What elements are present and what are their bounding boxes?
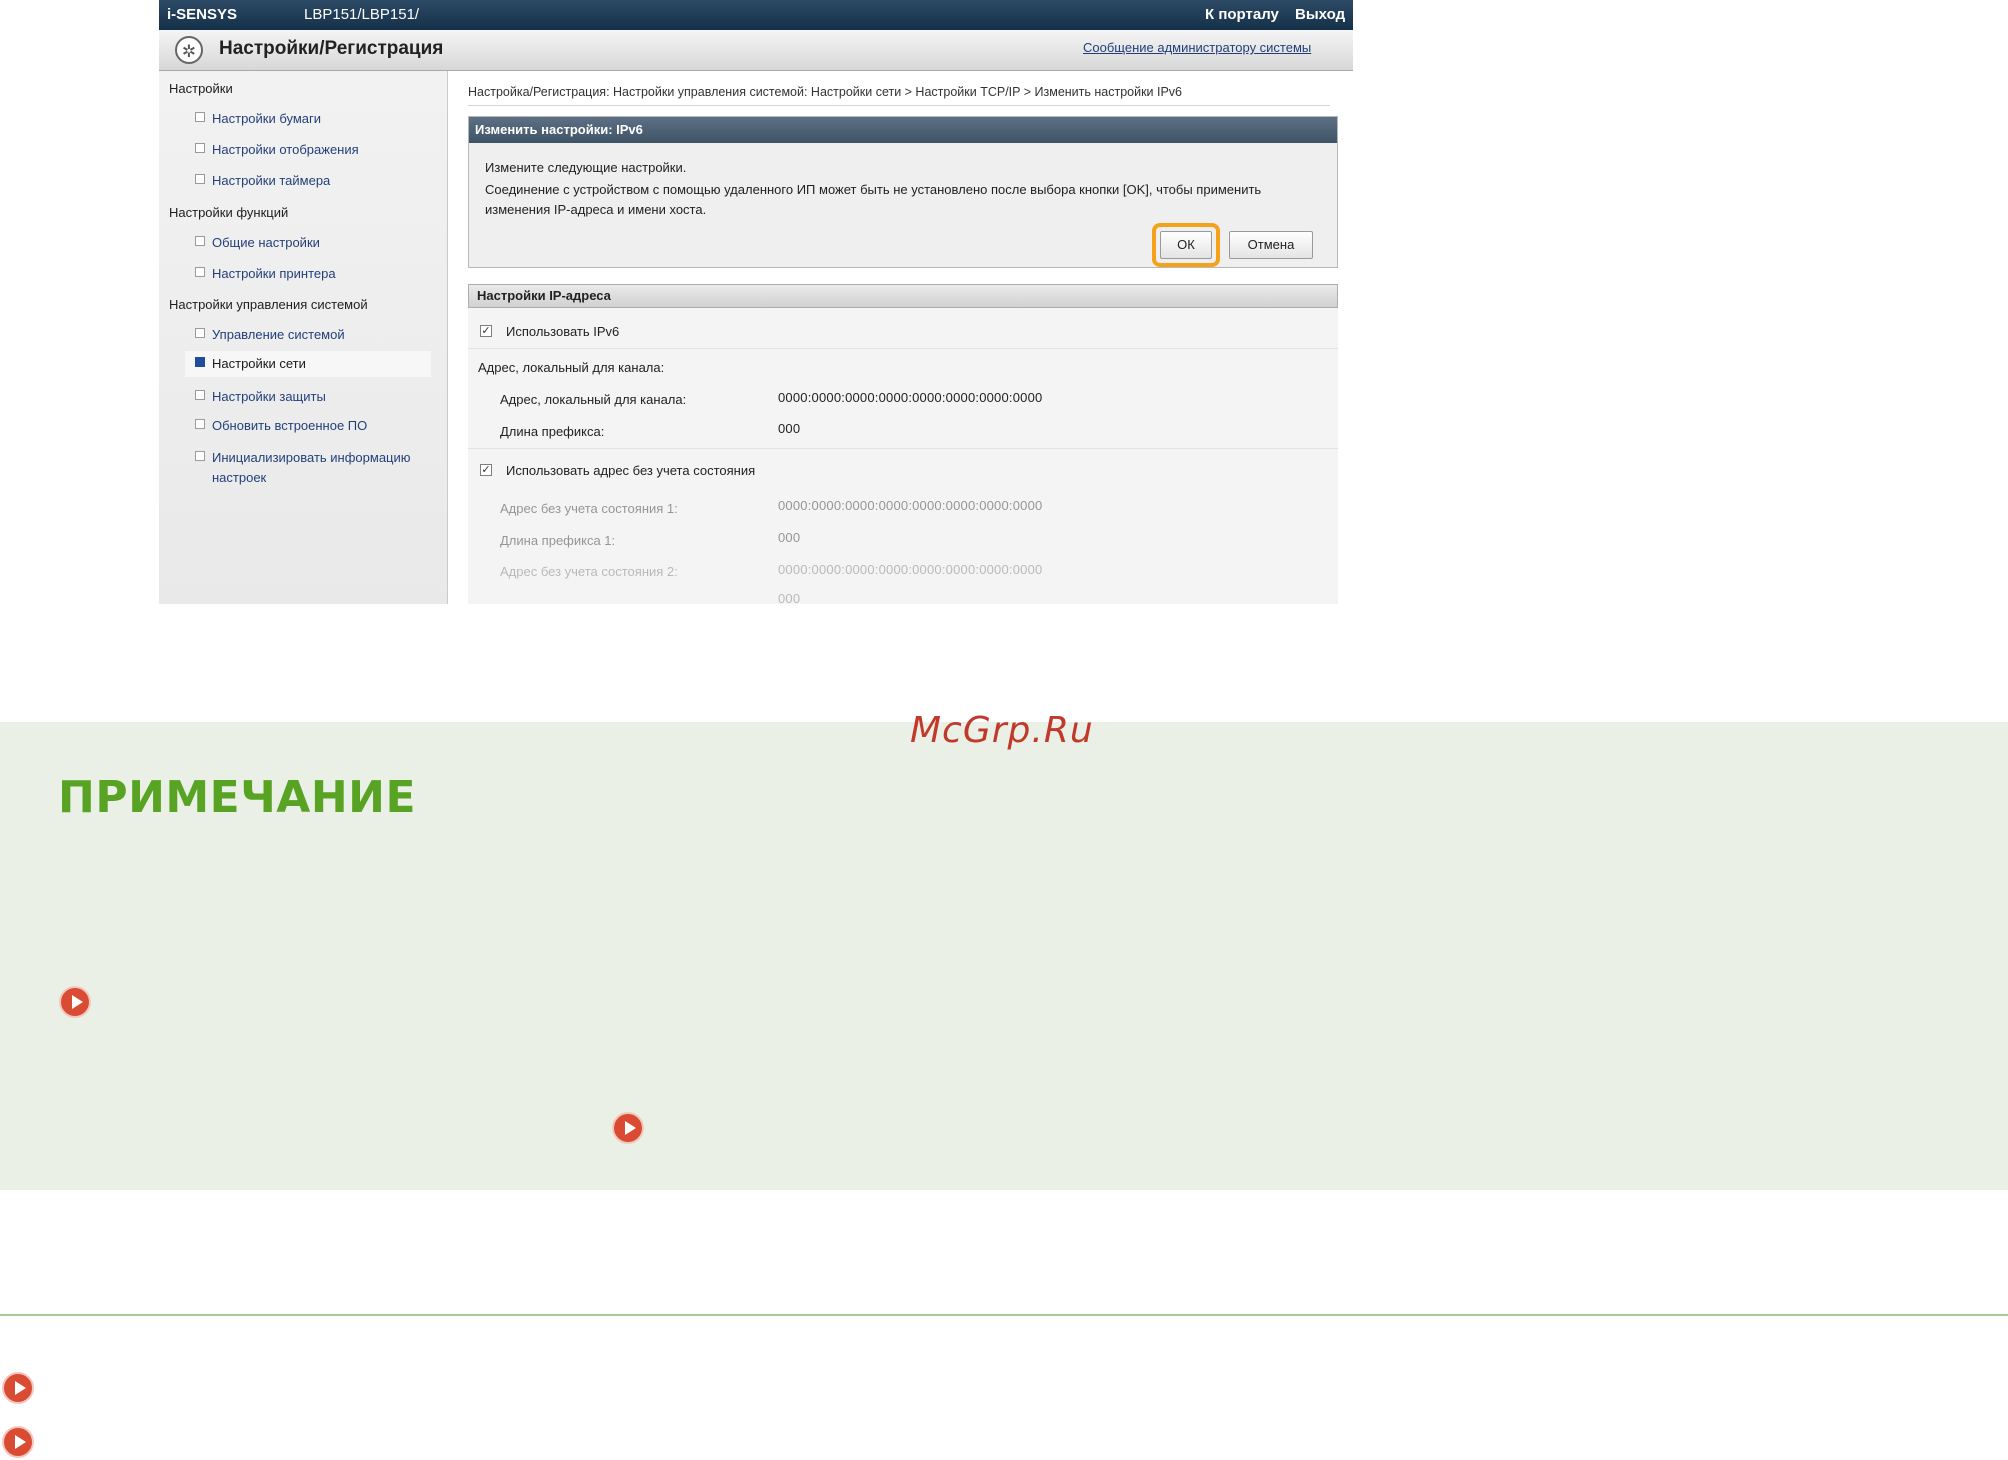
use-ipv6-label: Использовать IPv6 <box>506 324 620 339</box>
brand-label: i-SENSYS <box>167 6 238 23</box>
left-navigation: Настройки Настройки бумаги Настройки ото… <box>159 71 448 604</box>
breadcrumb-divider <box>468 105 1330 106</box>
link-local-heading: Адрес, локальный для канала: <box>478 360 665 375</box>
use-stateless-label: Использовать адрес без учета состояния <box>506 463 756 478</box>
link-local-value: 0000:0000:0000:0000:0000:0000:0000:0000 <box>778 390 1043 405</box>
dialog-header: Изменить настройки: IPv6 <box>469 117 1337 143</box>
page-titlebar: ✲ Настройки/Регистрация Сообщение админи… <box>159 30 1353 71</box>
breadcrumb: Настройка/Регистрация: Настройки управле… <box>468 85 1183 99</box>
prefix-length-label: Длина префикса: <box>500 424 605 439</box>
note-title: ПРИМЕЧАНИЕ <box>58 772 417 823</box>
nav-group-system: Настройки управления системой <box>169 297 368 312</box>
nav-item-label: Настройки таймера <box>212 173 331 188</box>
nav-item-initialize[interactable]: Инициализировать информацию настроек <box>195 448 425 488</box>
main-content: Настройка/Регистрация: Настройки управле… <box>448 71 1353 604</box>
ip-settings-header: Настройки IP-адреса <box>468 284 1338 308</box>
ip-settings-section: Настройки IP-адреса ✓ Использовать IPv6 … <box>468 284 1338 604</box>
nav-item-label: Инициализировать информацию <box>212 450 411 465</box>
nav-item-label: Настройки сети <box>212 356 306 371</box>
prefix-length-1-value: 000 <box>778 530 801 545</box>
cancel-button[interactable]: Отмена <box>1229 231 1313 259</box>
nav-item-label: Управление системой <box>212 327 345 342</box>
prefix-length-1-label: Длина префикса 1: <box>500 533 616 548</box>
row-divider <box>468 348 1338 349</box>
nav-item-label: Обновить встроенное ПО <box>212 418 368 433</box>
prefix-length-value: 000 <box>778 421 801 436</box>
link-arrow-icon[interactable] <box>2 1426 34 1458</box>
stateless-address-2-label: Адрес без учета состояния 2: <box>500 564 678 579</box>
logout-link[interactable]: Выход <box>1295 6 1345 23</box>
nav-item-system-management[interactable]: Управление системой <box>195 327 345 342</box>
nav-bullet-icon <box>195 143 205 153</box>
nav-group-functions: Настройки функций <box>169 205 289 220</box>
use-stateless-checkbox[interactable]: ✓ <box>480 464 492 476</box>
nav-bullet-icon <box>195 390 205 400</box>
dialog-warning: Соединение с устройством с помощью удале… <box>485 182 1262 217</box>
stateless-address-1-label: Адрес без учета состояния 1: <box>500 501 678 516</box>
portal-link[interactable]: К порталу <box>1205 6 1279 23</box>
nav-bullet-icon <box>195 112 205 122</box>
settings-gear-icon: ✲ <box>175 36 203 64</box>
watermark: McGrp.Ru <box>910 710 1094 751</box>
link-arrow-icon[interactable] <box>612 1112 644 1144</box>
nav-bullet-icon <box>195 267 205 277</box>
row-divider <box>468 448 1338 449</box>
nav-bullet-icon <box>195 328 205 338</box>
nav-bullet-icon <box>195 174 205 184</box>
model-label: LBP151/LBP151/ <box>304 6 420 23</box>
nav-bullet-icon <box>195 236 205 246</box>
nav-item-label: Общие настройки <box>212 235 320 250</box>
remote-ui-screenshot: i-SENSYS LBP151/LBP151/ К порталу Выход … <box>159 0 1353 604</box>
nav-bullet-icon <box>195 451 205 461</box>
remote-ui-topbar: i-SENSYS LBP151/LBP151/ К порталу Выход <box>159 0 1353 30</box>
nav-item-paper[interactable]: Настройки бумаги <box>195 111 321 126</box>
admin-message-link[interactable]: Сообщение администратору системы <box>1083 40 1311 55</box>
dialog-instruction: Измените следующие настройки. <box>485 160 687 175</box>
nav-item-label-line2: настроек <box>212 470 267 485</box>
nav-item-label: Настройки защиты <box>212 389 326 404</box>
section-divider <box>0 1314 2008 1316</box>
note-panel: ПРИМЕЧАНИЕ <box>0 722 2008 1190</box>
nav-item-label: Настройки бумаги <box>212 111 322 126</box>
nav-item-label: Настройки отображения <box>212 142 359 157</box>
stateless-address-1-value: 0000:0000:0000:0000:0000:0000:0000:0000 <box>778 498 1043 513</box>
link-arrow-icon[interactable] <box>59 986 91 1018</box>
nav-item-common[interactable]: Общие настройки <box>195 235 320 250</box>
nav-item-timer[interactable]: Настройки таймера <box>195 173 330 188</box>
prefix-length-2-value: 000 <box>778 591 801 604</box>
link-local-label: Адрес, локальный для канала: <box>500 392 687 407</box>
page-title: Настройки/Регистрация <box>219 38 444 59</box>
nav-bullet-icon <box>195 357 205 367</box>
ok-button[interactable]: ОК <box>1160 231 1212 259</box>
nav-item-firmware[interactable]: Обновить встроенное ПО <box>195 418 367 433</box>
change-ipv6-dialog: Изменить настройки: IPv6 Измените следую… <box>468 116 1338 268</box>
stateless-address-2-value: 0000:0000:0000:0000:0000:0000:0000:0000 <box>778 562 1043 577</box>
nav-item-printer[interactable]: Настройки принтера <box>195 266 336 281</box>
nav-item-display[interactable]: Настройки отображения <box>195 142 359 157</box>
nav-item-network[interactable]: Настройки сети <box>185 351 431 377</box>
nav-item-security[interactable]: Настройки защиты <box>195 389 326 404</box>
nav-group-settings: Настройки <box>169 81 233 96</box>
nav-item-label: Настройки принтера <box>212 266 336 281</box>
use-ipv6-checkbox[interactable]: ✓ <box>480 325 492 337</box>
link-arrow-icon[interactable] <box>2 1372 34 1404</box>
nav-bullet-icon <box>195 419 205 429</box>
